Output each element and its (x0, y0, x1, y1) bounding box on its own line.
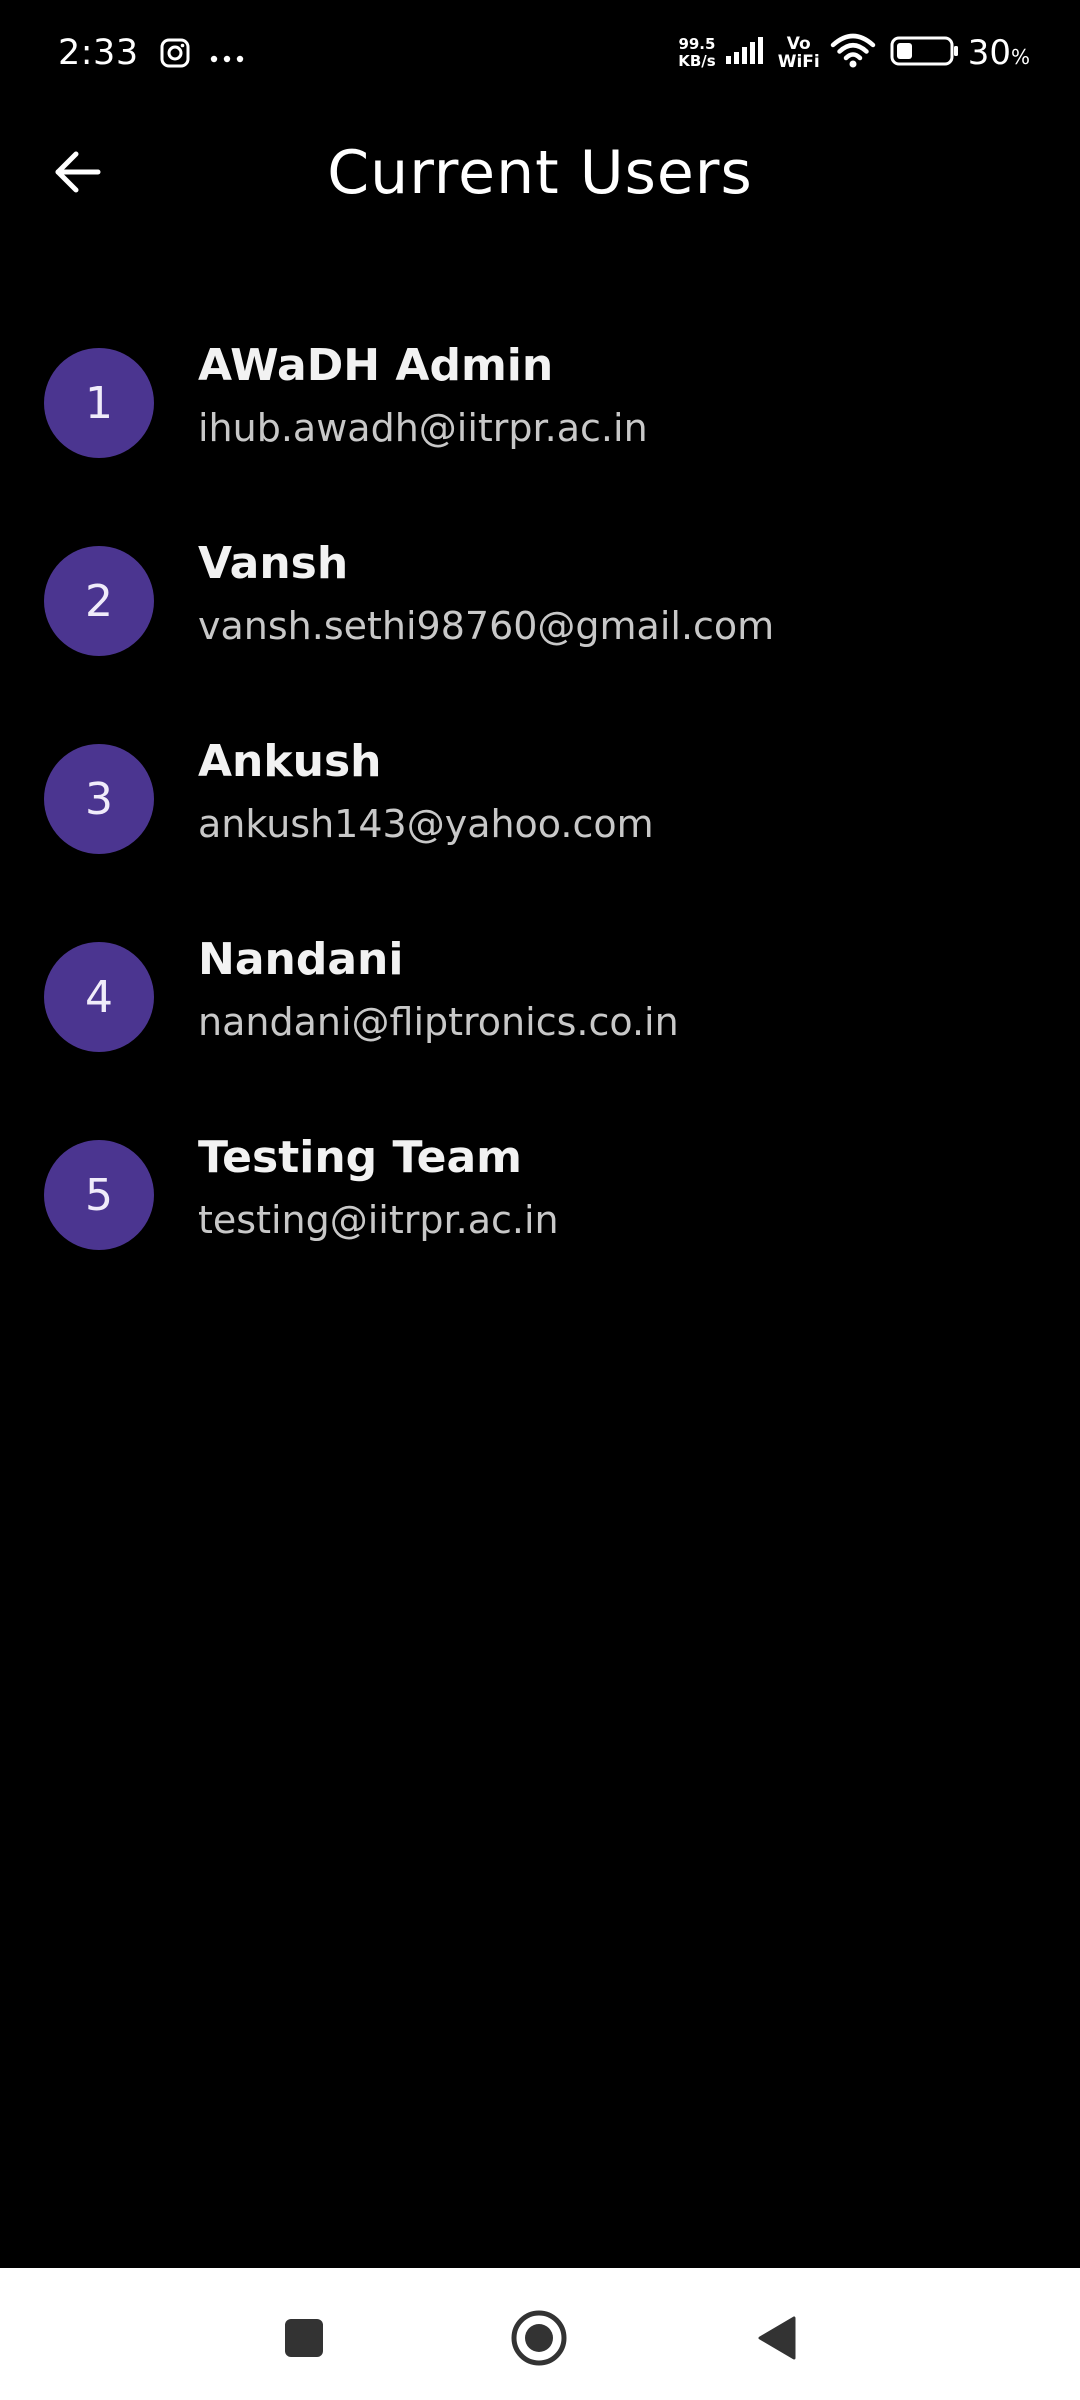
home-circle-icon (511, 2310, 567, 2366)
list-item[interactable]: 4 Nandani nandani@fliptronics.co.in (0, 924, 1080, 1122)
list-item[interactable]: 2 Vansh vansh.sethi98760@gmail.com (0, 528, 1080, 726)
system-nav-bar (0, 2268, 1080, 2400)
user-name: Vansh (198, 538, 349, 589)
battery-percent-unit: % (1010, 45, 1030, 69)
avatar: 2 (44, 546, 154, 656)
battery-percent: 30% (968, 33, 1030, 73)
avatar: 5 (44, 1140, 154, 1250)
home-button[interactable] (509, 2308, 569, 2368)
status-right: 99.5 KB/s Vo WiFi 30% (678, 26, 1030, 80)
user-email: ankush143@yahoo.com (198, 802, 654, 846)
instagram-icon (159, 37, 191, 69)
network-speed-value: 99.5 (678, 35, 716, 53)
user-email: testing@iitrpr.ac.in (198, 1198, 559, 1242)
back-triangle-icon (758, 2316, 796, 2360)
battery-percent-value: 30 (967, 33, 1011, 73)
more-dots-icon (209, 37, 245, 69)
list-item[interactable]: 5 Testing Team testing@iitrpr.ac.in (0, 1122, 1080, 1320)
list-item[interactable]: 1 AWaDH Admin ihub.awadh@iitrpr.ac.in (0, 330, 1080, 528)
vowifi-wifi: WiFi (777, 52, 820, 72)
avatar: 1 (44, 348, 154, 458)
app-header: Current Users (0, 120, 1080, 220)
user-name: Nandani (198, 934, 404, 985)
page-title: Current Users (0, 138, 1080, 208)
user-name: Testing Team (198, 1132, 523, 1183)
user-email: nandani@fliptronics.co.in (198, 1000, 679, 1044)
avatar: 4 (44, 942, 154, 1052)
user-email: ihub.awadh@iitrpr.ac.in (198, 406, 648, 450)
vowifi-indicator: Vo WiFi (778, 35, 820, 71)
network-speed: 99.5 KB/s (678, 36, 715, 70)
status-bar: 2:33 99.5 KB/s Vo WiFi 30% (0, 0, 1080, 100)
recents-square-icon (285, 2319, 323, 2357)
signal-icon (724, 36, 770, 70)
network-speed-unit: KB/s (678, 52, 716, 70)
user-email: vansh.sethi98760@gmail.com (198, 604, 775, 648)
recents-button[interactable] (274, 2308, 334, 2368)
user-name: Ankush (198, 736, 382, 787)
user-name: AWaDH Admin (198, 340, 554, 391)
list-item[interactable]: 3 Ankush ankush143@yahoo.com (0, 726, 1080, 924)
status-time: 2:33 (58, 33, 139, 73)
vowifi-vo: Vo (786, 34, 811, 54)
page-title-text: Current Users (327, 138, 753, 208)
system-back-button[interactable] (746, 2308, 806, 2368)
battery-icon (890, 35, 960, 71)
wifi-icon (830, 33, 876, 73)
user-list: 1 AWaDH Admin ihub.awadh@iitrpr.ac.in 2 … (0, 330, 1080, 1320)
status-left: 2:33 (58, 28, 245, 78)
avatar: 3 (44, 744, 154, 854)
